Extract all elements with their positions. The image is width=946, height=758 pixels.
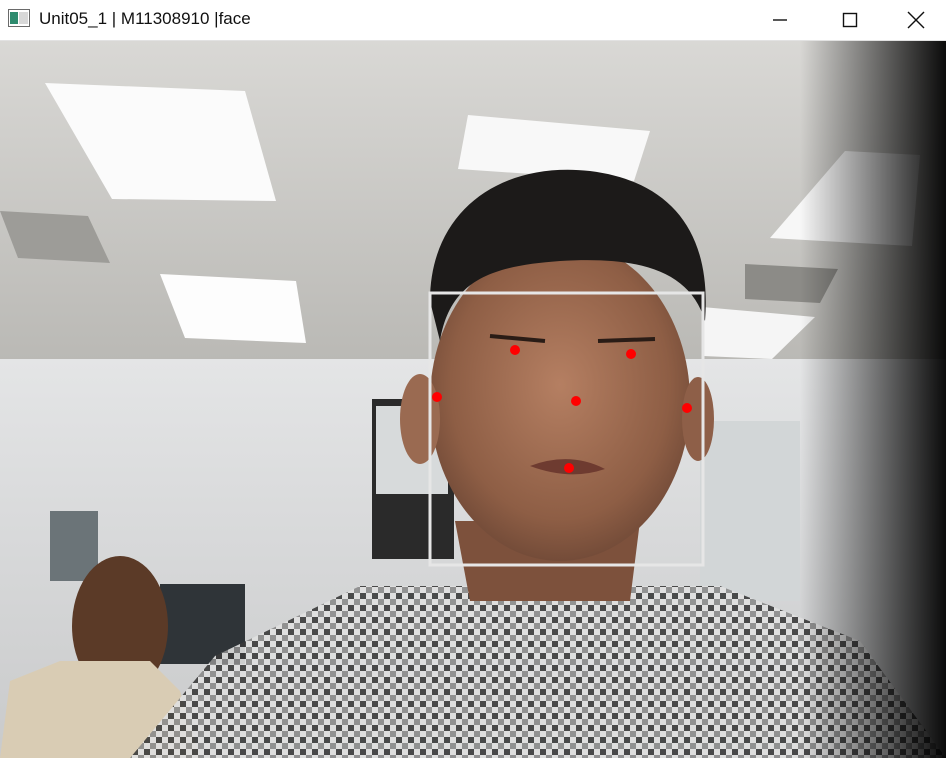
landmark-right-eye (626, 349, 636, 359)
minimize-button[interactable] (745, 0, 815, 40)
landmark-left-ear (432, 392, 442, 402)
landmark-nose (571, 396, 581, 406)
right-ear (682, 377, 714, 461)
close-icon (907, 11, 924, 29)
maximize-icon (842, 12, 858, 28)
face (430, 241, 690, 561)
landmark-mouth (564, 463, 574, 473)
maximize-button[interactable] (815, 0, 885, 40)
camera-frame (0, 41, 946, 758)
landmark-left-eye (510, 345, 520, 355)
close-button[interactable] (885, 0, 946, 40)
left-ear (400, 374, 440, 464)
landmark-right-ear (682, 403, 692, 413)
glass-panel (700, 421, 800, 601)
window-title: Unit05_1 | M11308910 |face (39, 9, 251, 28)
minimize-icon (773, 19, 787, 21)
lens-shadow (800, 41, 946, 758)
title-bar: Unit05_1 | M11308910 |face (0, 0, 946, 41)
camera-view (0, 41, 946, 758)
app-window-icon (8, 9, 30, 27)
right-eyebrow (597, 337, 656, 343)
